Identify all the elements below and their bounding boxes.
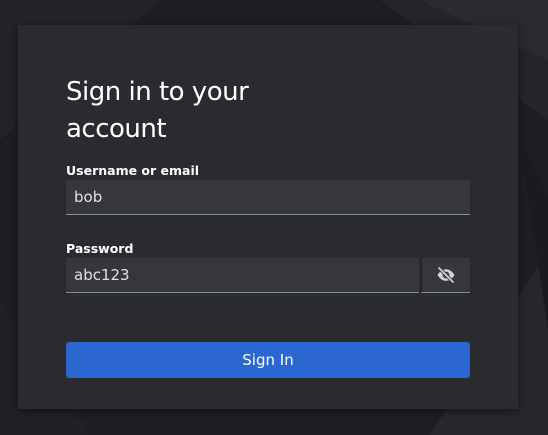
password-label: Password xyxy=(66,241,134,256)
eye-slash-icon xyxy=(437,267,455,283)
toggle-password-visibility-button[interactable] xyxy=(421,258,470,293)
page-title: Sign in to your account xyxy=(66,77,249,144)
username-label: Username or email xyxy=(66,163,200,178)
username-input[interactable] xyxy=(66,180,470,215)
password-input[interactable] xyxy=(66,258,419,293)
login-card: Sign in to your account Username or emai… xyxy=(18,25,518,409)
sign-in-button[interactable]: Sign In xyxy=(66,342,470,378)
